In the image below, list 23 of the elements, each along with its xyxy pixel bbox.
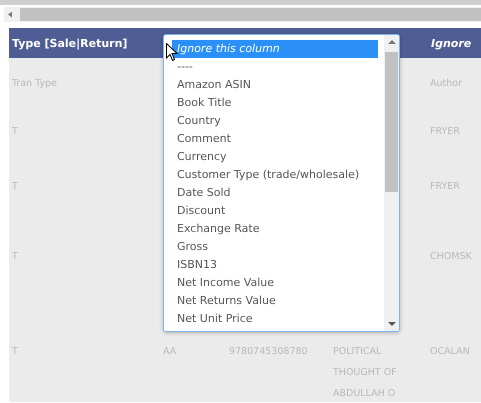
dropdown-option[interactable]: Gross [172, 238, 378, 256]
dropdown-option[interactable]: Comment [172, 130, 378, 148]
dropdown-option[interactable]: Customer Type (trade/wholesale) [172, 166, 378, 184]
dropdown-option[interactable]: Exchange Rate [172, 220, 378, 238]
dropdown-list[interactable]: Ignore this column ---- Amazon ASIN Book Title Country Comment Currency Customer Type (trade/wholesale) Date Sold Discount Exchange Rate Gross ISBN13 Net Income Value Net Returns Value Net Unit Price [163, 34, 400, 332]
dropdown-option[interactable]: Amazon ASIN [172, 76, 378, 94]
dropdown-option[interactable]: Country [172, 112, 378, 130]
dropdown-option[interactable]: Date Sold [172, 184, 378, 202]
dropdown-option[interactable]: Net Returns Value [172, 292, 378, 310]
column-header: Ignore [427, 28, 481, 58]
horizontal-scrollbar[interactable] [4, 7, 481, 22]
vertical-scrollbar[interactable] [384, 35, 399, 331]
column-header: Type [Sale|Return] [9, 28, 160, 58]
scrollbar-thumb[interactable] [20, 8, 481, 21]
dropdown-option[interactable]: Discount [172, 202, 378, 220]
dropdown-option[interactable]: Net Income Value [172, 274, 378, 292]
dropdown-option[interactable]: ---- [172, 58, 378, 76]
mouse-pointer-icon [166, 43, 178, 62]
dropdown-option[interactable]: ISBN13 [172, 256, 378, 274]
scrollbar-thumb[interactable] [385, 52, 398, 192]
dropdown-option[interactable]: Net Unit Price [172, 310, 378, 328]
dropdown-option[interactable]: Currency [172, 148, 378, 166]
dropdown-option[interactable]: Book Title [172, 94, 378, 112]
